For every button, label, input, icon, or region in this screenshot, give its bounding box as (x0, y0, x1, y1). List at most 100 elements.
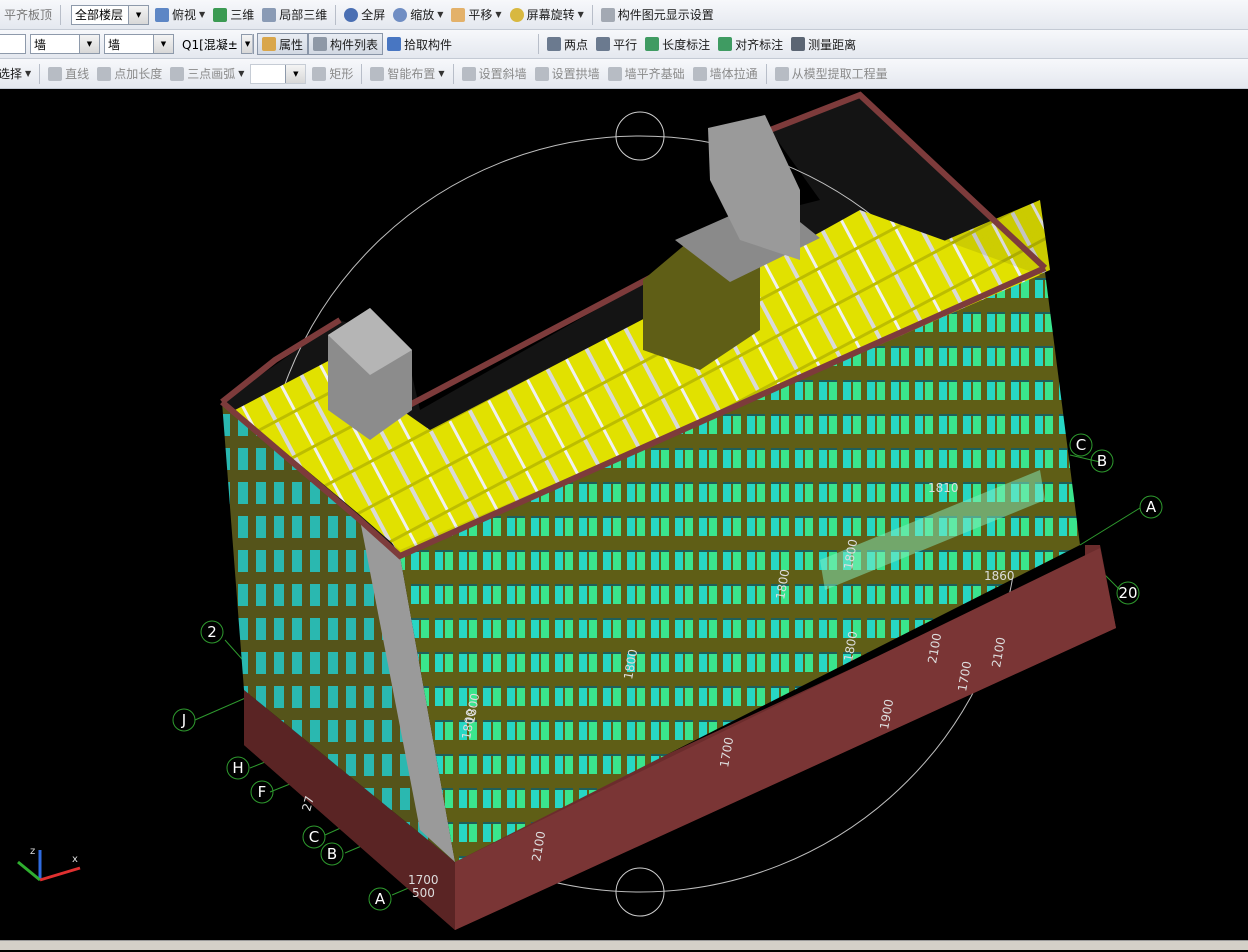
two-points-icon (547, 37, 562, 51)
display-settings-button[interactable]: 构件图元显示设置 (597, 4, 718, 26)
length-annotation-label: 长度标注 (662, 37, 711, 52)
axis-label: F (258, 783, 267, 801)
three-point-arc-button[interactable]: 三点画弧 ▼ (166, 63, 248, 85)
component-toolbar: 墙 ▼ 墙 ▼ Q1[混凝± ▼ 属性 构件列表 拾取构件 两点 平行 长度标注… (0, 30, 1248, 59)
point-length-label: 点加长度 (114, 67, 163, 81)
chevron-down-icon[interactable]: ▼ (285, 64, 306, 83)
3d-view-button[interactable]: 三维 (209, 4, 258, 26)
partial-3d-button[interactable]: 局部三维 (258, 4, 331, 26)
wall-align-foundation-label: 墙平齐基础 (624, 67, 685, 81)
chevron-down-icon: ▼ (25, 69, 32, 78)
floor-select[interactable]: 全部楼层 ▼ (71, 4, 150, 25)
pick-component-button[interactable]: 拾取构件 (383, 33, 456, 55)
measure-distance-label: 测量距离 (808, 37, 857, 52)
set-slope-wall-label: 设置斜墙 (478, 67, 527, 81)
chevron-down-icon: ▼ (438, 69, 445, 78)
partial-3d-label: 局部三维 (279, 8, 328, 22)
smart-layout-label: 智能布置 (387, 67, 436, 81)
chevron-down-icon: ▼ (199, 10, 206, 19)
parallel-label: 平行 (613, 37, 638, 52)
3d-label: 三维 (230, 8, 255, 22)
category-select-value: 墙 (34, 37, 47, 52)
align-annotation-label: 对齐标注 (735, 37, 784, 52)
axis-label: B (327, 845, 337, 863)
separator (335, 4, 337, 25)
set-arch-wall-button[interactable]: 设置拱墙 (531, 63, 604, 85)
align-annotation-button[interactable]: 对齐标注 (714, 33, 787, 55)
top-view-button[interactable]: 俯视 ▼ (151, 4, 209, 26)
3d-viewport[interactable]: 2 J H F C B A C B A 20 27 1700 500 2100 … (0, 89, 1248, 949)
axis-label: B (1097, 452, 1107, 470)
magnifier-icon (393, 7, 408, 22)
wall-align-foundation-button[interactable]: 墙平齐基础 (604, 63, 689, 85)
separator (452, 63, 454, 84)
chevron-down-icon[interactable]: ▼ (128, 5, 149, 24)
dimension-label: 500 (412, 886, 435, 900)
select-button[interactable]: 选择 ▼ (0, 63, 35, 85)
floor-select-value: 全部楼层 (75, 8, 124, 22)
slope-wall-icon (461, 66, 476, 81)
hand-icon (451, 7, 466, 22)
line-label: 直线 (65, 67, 90, 81)
measure-distance-button[interactable]: 测量距离 (787, 33, 860, 55)
arc-options-select[interactable]: ▼ (250, 63, 307, 84)
set-slope-wall-button[interactable]: 设置斜墙 (458, 63, 531, 85)
axis-label: C (1076, 436, 1086, 454)
extract-quantity-button[interactable]: 从模型提取工程量 (771, 63, 892, 85)
arc-icon (170, 66, 185, 81)
length-annotation-button[interactable]: 长度标注 (641, 33, 714, 55)
component-list-label: 构件列表 (330, 37, 379, 52)
axis-gizmo: z x (17, 846, 81, 882)
two-points-label: 两点 (564, 37, 589, 52)
left-combo[interactable] (0, 34, 26, 54)
zoom-label: 缩放 (410, 8, 435, 22)
full-screen-button[interactable]: 全屏 (340, 4, 389, 26)
parallel-button[interactable]: 平行 (592, 33, 641, 55)
rotate-screen-button[interactable]: 屏幕旋转 ▼ (506, 4, 588, 26)
smart-layout-button[interactable]: 智能布置 ▼ (366, 63, 448, 85)
wall-pull-through-button[interactable]: 墙体拉通 (689, 63, 762, 85)
pan-button[interactable]: 平移 ▼ (447, 4, 505, 26)
axis-label: 20 (1118, 584, 1137, 602)
separator (361, 63, 363, 84)
building-model: 2 J H F C B A C B A 20 27 1700 500 2100 … (17, 91, 1163, 930)
pick-component-label: 拾取构件 (404, 37, 453, 52)
smart-layout-icon (370, 66, 385, 81)
axis-label: A (1146, 498, 1157, 516)
align-annotation-icon (718, 37, 733, 51)
properties-button[interactable]: 属性 (257, 33, 309, 55)
chevron-down-icon[interactable]: ▼ (79, 35, 99, 53)
wall-align-icon (607, 66, 622, 81)
type-select[interactable]: 墙 ▼ (104, 34, 174, 54)
properties-label: 属性 (279, 37, 304, 52)
line-button[interactable]: 直线 (44, 63, 93, 85)
rotate-icon (509, 7, 524, 22)
axis-label: A (375, 890, 386, 908)
separator (765, 63, 767, 84)
settings-icon (600, 7, 615, 22)
chevron-down-icon[interactable]: ▼ (153, 35, 173, 53)
component-list-button[interactable]: 构件列表 (308, 33, 384, 55)
list-icon (313, 37, 328, 51)
rotate-screen-label: 屏幕旋转 (526, 8, 575, 22)
axis-label: C (309, 828, 319, 846)
pan-label: 平移 (468, 8, 493, 22)
two-points-button[interactable]: 两点 (543, 33, 592, 55)
properties-icon (262, 37, 276, 51)
chevron-down-icon: ▼ (577, 10, 584, 19)
chevron-down-icon: ▼ (437, 10, 444, 19)
category-select[interactable]: 墙 ▼ (30, 34, 100, 54)
chevron-down-icon: ▼ (238, 69, 245, 78)
zoom-button[interactable]: 缩放 ▼ (389, 4, 447, 26)
component-select[interactable]: Q1[混凝± ▼ (178, 34, 255, 54)
component-select-value: Q1[混凝± (182, 37, 238, 52)
partial-3d-icon (262, 7, 277, 22)
select-label: 选择 (0, 67, 23, 81)
rectangle-button[interactable]: 矩形 (308, 63, 357, 85)
main-toolbar: 平齐板顶 全部楼层 ▼ 俯视 ▼ 三维 局部三维 全屏 缩放 ▼ 平移 ▼ 屏幕… (0, 0, 1248, 30)
point-length-button[interactable]: 点加长度 (93, 63, 166, 85)
axis-label: 2 (207, 623, 217, 641)
wall-pull-through-label: 墙体拉通 (709, 67, 758, 81)
dimension-label: 1860 (984, 569, 1015, 583)
three-point-arc-label: 三点画弧 (187, 67, 236, 81)
